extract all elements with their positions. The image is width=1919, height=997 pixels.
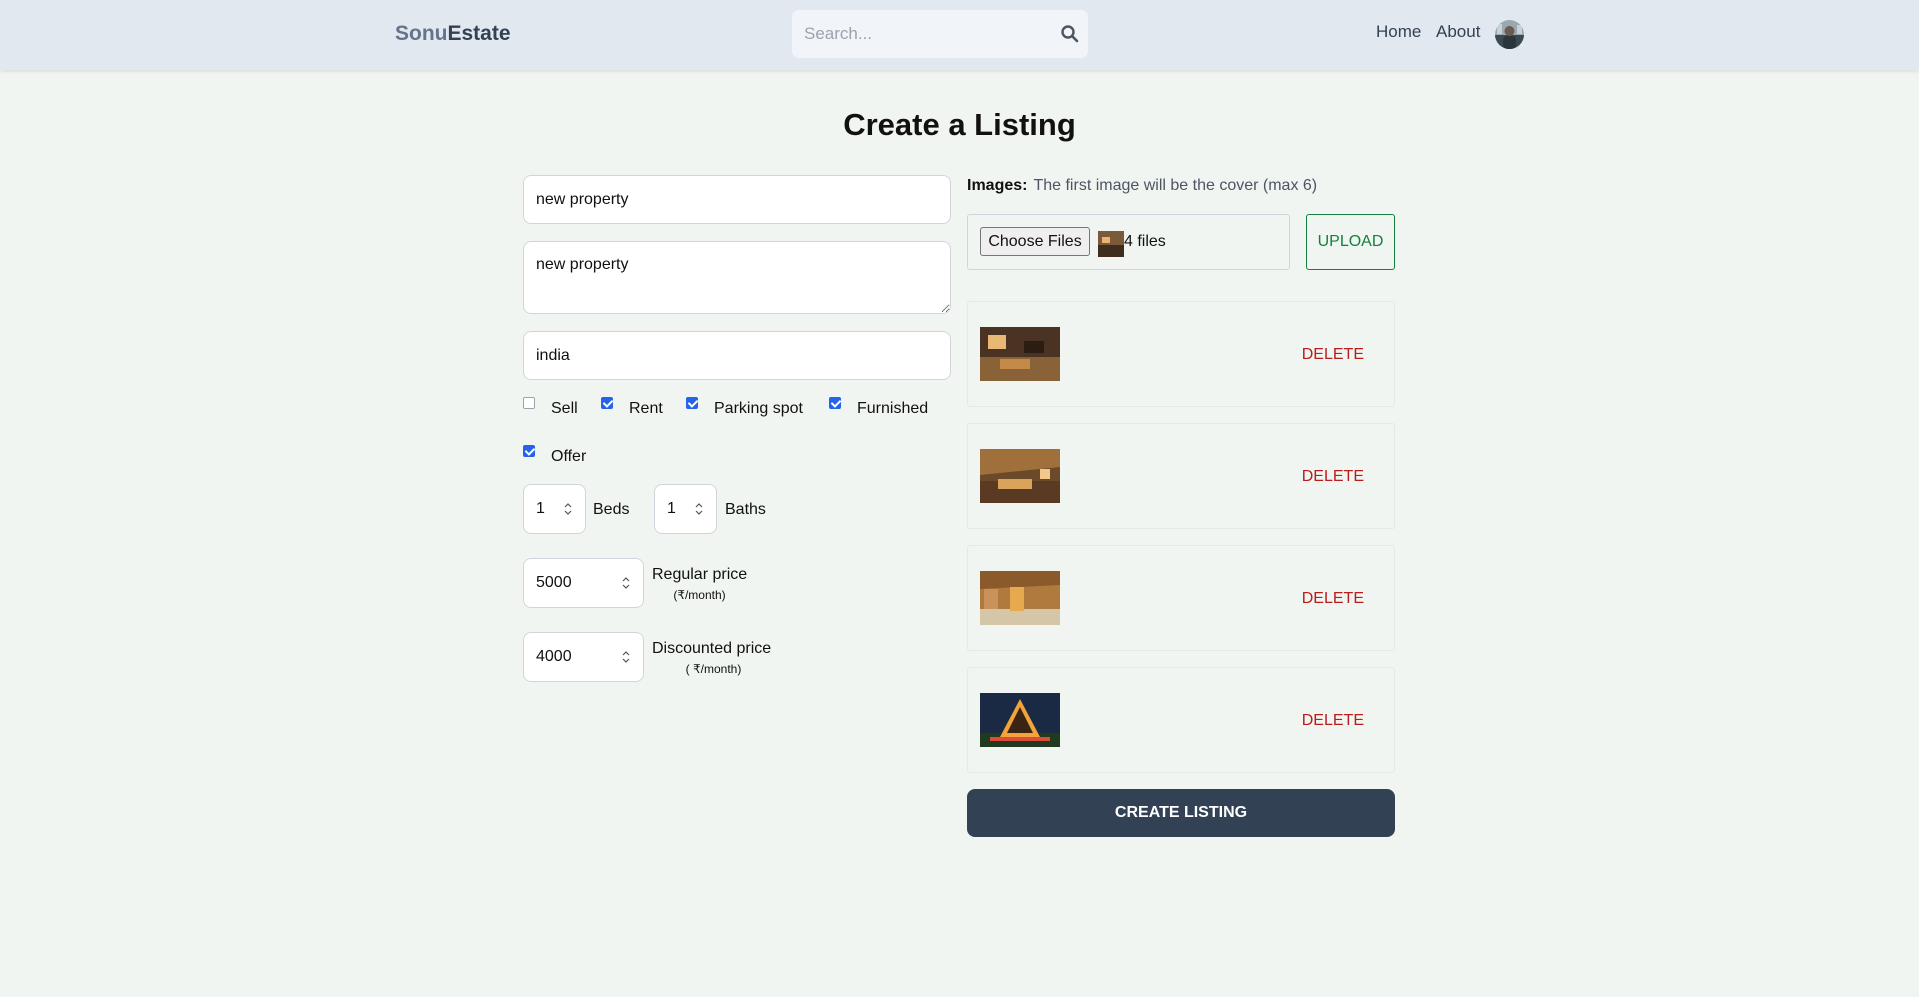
stepper-icon[interactable] xyxy=(622,650,630,664)
nav-home-link[interactable]: Home xyxy=(1376,22,1421,42)
offer-label: Offer xyxy=(551,448,587,465)
regular-price-value: 5000 xyxy=(536,574,572,591)
sell-label: Sell xyxy=(551,400,578,417)
logo-part-1: Sonu xyxy=(395,22,448,45)
address-input[interactable] xyxy=(523,331,951,380)
file-picker: Choose Files 4 files xyxy=(967,214,1290,270)
listing-image-thumbnail xyxy=(980,449,1060,503)
beds-value: 1 xyxy=(536,500,545,517)
images-note: The first image will be the cover (max 6… xyxy=(1033,177,1318,194)
image-row: DELETE xyxy=(967,301,1395,407)
rent-label: Rent xyxy=(629,400,663,417)
description-textarea[interactable]: new property xyxy=(523,241,951,314)
delete-image-button[interactable]: DELETE xyxy=(1296,345,1370,365)
baths-input[interactable]: 1 xyxy=(654,484,717,534)
delete-image-button[interactable]: DELETE xyxy=(1296,589,1370,609)
profile-avatar[interactable] xyxy=(1495,20,1524,49)
parking-spot-checkbox[interactable] xyxy=(686,397,698,409)
baths-value: 1 xyxy=(667,500,676,517)
listing-image-thumbnail xyxy=(980,693,1060,747)
discounted-price-label: Discounted price xyxy=(652,640,772,657)
stepper-icon[interactable] xyxy=(622,576,630,590)
site-logo[interactable]: SonuEstate xyxy=(395,22,511,46)
image-row: DELETE xyxy=(967,667,1395,773)
file-thumbnail xyxy=(1098,231,1124,257)
image-row: DELETE xyxy=(967,423,1395,529)
stepper-icon[interactable] xyxy=(695,502,703,516)
images-label: Images: xyxy=(967,177,1028,194)
name-input[interactable] xyxy=(523,175,951,224)
regular-price-label: Regular price xyxy=(652,566,748,583)
upload-button[interactable]: UPLOAD xyxy=(1306,214,1395,270)
file-count: 4 files xyxy=(1124,233,1166,250)
search-icon[interactable] xyxy=(1060,24,1080,44)
furnished-label: Furnished xyxy=(857,400,929,417)
top-navbar: SonuEstate Home About xyxy=(0,0,1919,70)
furnished-checkbox[interactable] xyxy=(829,397,841,409)
sell-checkbox[interactable] xyxy=(523,397,535,409)
listing-image-thumbnail xyxy=(980,571,1060,625)
discounted-price-input[interactable]: 4000 xyxy=(523,632,644,682)
delete-image-button[interactable]: DELETE xyxy=(1296,467,1370,487)
regular-price-unit: (₹/month) xyxy=(673,588,726,602)
image-row: DELETE xyxy=(967,545,1395,651)
create-listing-button[interactable]: CREATE LISTING xyxy=(967,789,1395,837)
offer-checkbox[interactable] xyxy=(523,445,535,457)
parking-spot-label: Parking spot xyxy=(714,400,803,417)
listing-image-thumbnail xyxy=(980,327,1060,381)
stepper-icon[interactable] xyxy=(564,502,572,516)
page-title: Create a Listing xyxy=(843,107,1076,142)
search-bar xyxy=(792,10,1088,58)
delete-image-button[interactable]: DELETE xyxy=(1296,711,1370,731)
search-input[interactable] xyxy=(802,10,1042,58)
nav-about-link[interactable]: About xyxy=(1436,22,1480,42)
rent-checkbox[interactable] xyxy=(601,397,613,409)
baths-label: Baths xyxy=(725,501,766,518)
logo-part-2: Estate xyxy=(447,22,511,45)
regular-price-input[interactable]: 5000 xyxy=(523,558,644,608)
discounted-price-value: 4000 xyxy=(536,648,572,665)
discounted-price-unit: ( ₹/month) xyxy=(685,662,742,676)
beds-input[interactable]: 1 xyxy=(523,484,586,534)
choose-files-button[interactable]: Choose Files xyxy=(980,227,1090,256)
images-hint: Images: The first image will be the cover… xyxy=(967,177,1317,195)
beds-label: Beds xyxy=(593,501,630,518)
